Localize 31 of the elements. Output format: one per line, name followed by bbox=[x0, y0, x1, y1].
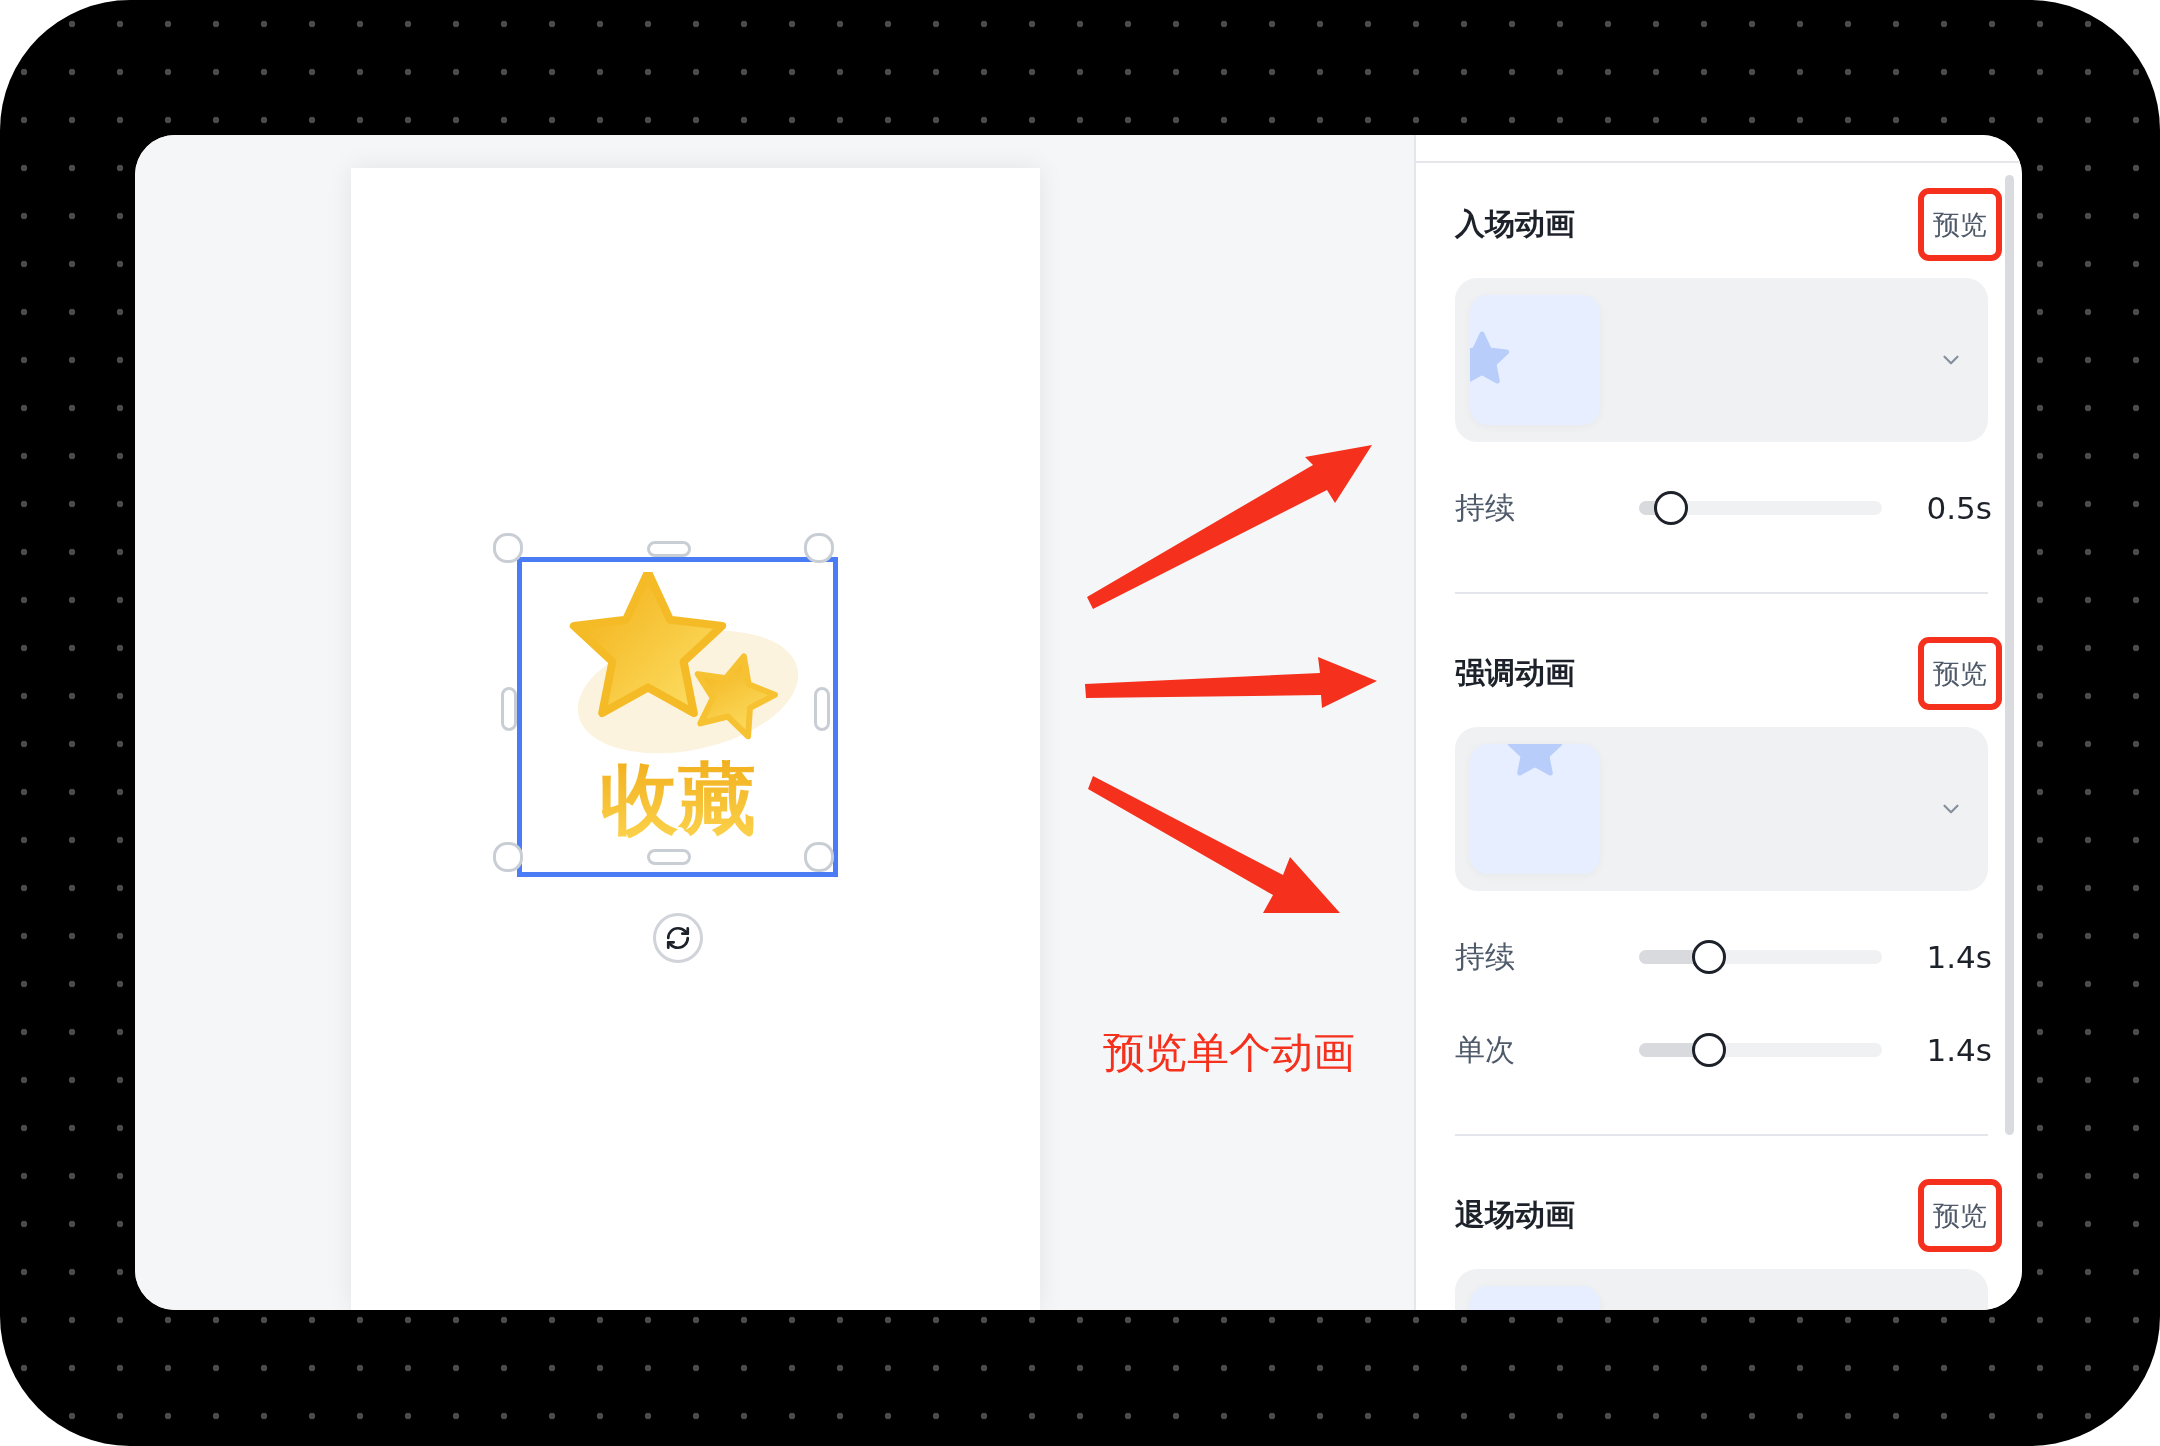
slider-thumb[interactable] bbox=[1653, 491, 1688, 525]
section-title: 退场动画 bbox=[1455, 1196, 1575, 1234]
resize-handle[interactable] bbox=[804, 842, 834, 872]
slider[interactable] bbox=[1639, 1033, 1882, 1067]
rotate-button[interactable] bbox=[653, 913, 703, 963]
slider-label: 持续 bbox=[1455, 937, 1516, 976]
preview-button[interactable]: 预览 bbox=[1933, 655, 1987, 692]
resize-handle[interactable] bbox=[493, 533, 523, 563]
section-title: 入场动画 bbox=[1455, 205, 1575, 243]
resize-handle[interactable] bbox=[493, 842, 523, 872]
annotation-caption: 预览单个动画 bbox=[1103, 1027, 1355, 1079]
slider[interactable] bbox=[1639, 491, 1882, 525]
section-title: 强调动画 bbox=[1455, 654, 1575, 692]
resize-handle[interactable] bbox=[501, 687, 517, 731]
slider-thumb[interactable] bbox=[1692, 940, 1727, 974]
scrollbar[interactable] bbox=[2005, 175, 2014, 1135]
slider-value: 1.4s bbox=[1925, 1032, 1992, 1068]
slider-value: 0.5s bbox=[1925, 490, 1992, 526]
slider-label: 单次 bbox=[1455, 1030, 1516, 1069]
slider[interactable] bbox=[1639, 940, 1882, 974]
slider-value: 1.4s bbox=[1925, 939, 1992, 975]
resize-handle[interactable] bbox=[814, 687, 830, 731]
resize-handle[interactable] bbox=[804, 533, 834, 563]
slider-label: 持续 bbox=[1455, 488, 1516, 527]
slider-thumb[interactable] bbox=[1692, 1033, 1727, 1067]
preview-button[interactable]: 预览 bbox=[1933, 1197, 1987, 1234]
preview-button[interactable]: 预览 bbox=[1933, 206, 1987, 243]
rotate-icon bbox=[665, 925, 691, 951]
resize-handle[interactable] bbox=[647, 541, 691, 557]
sticker-label: 收藏 bbox=[599, 760, 756, 838]
resize-handle[interactable] bbox=[647, 849, 691, 865]
